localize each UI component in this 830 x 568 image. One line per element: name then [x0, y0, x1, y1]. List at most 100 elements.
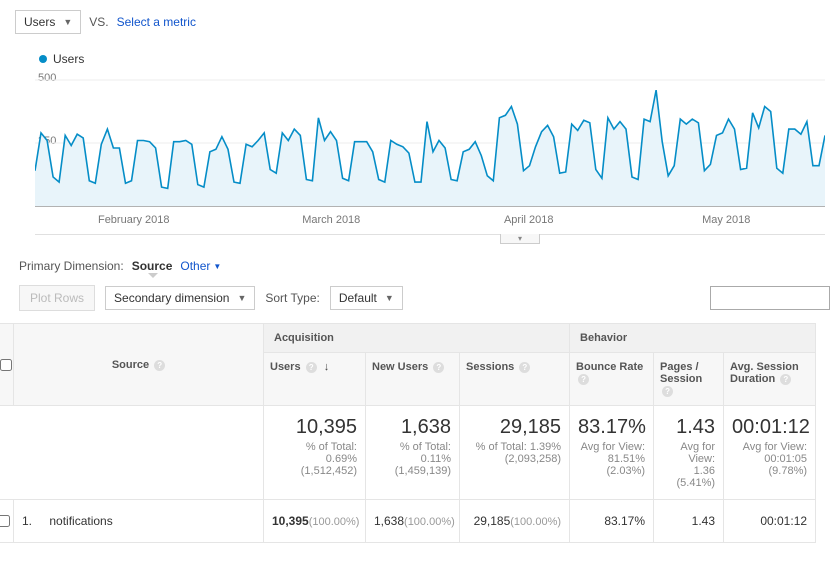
help-icon[interactable]: ?: [433, 362, 444, 373]
chart-divider: ▾: [35, 234, 825, 235]
col-newusers-header[interactable]: New Users ?: [366, 353, 460, 406]
summary-bounce-sub3: (2.03%): [607, 465, 646, 477]
x-tick: February 2018: [35, 214, 233, 226]
summary-pps-sub1: Avg for View:: [680, 441, 715, 465]
vs-label: VS.: [89, 15, 108, 29]
caret-down-icon: ▼: [237, 293, 246, 303]
summary-pps-value: 1.43: [662, 416, 715, 439]
row-newusers: 1,638(100.00%): [366, 500, 460, 543]
table-header-groups: Source ? Acquisition Behavior: [0, 324, 816, 353]
summary-sessions-sub1: % of Total: 1.39%: [476, 441, 561, 453]
summary-users-sub1: % of Total: 0.69%: [306, 441, 357, 465]
summary-sessions: 29,185 % of Total: 1.39% (2,093,258): [460, 406, 570, 500]
sort-type-value: Default: [339, 291, 377, 305]
line-chart-svg: [35, 72, 825, 212]
col-newusers-label: New Users: [372, 361, 428, 373]
top-controls: Users ▼ VS. Select a metric: [15, 10, 830, 34]
row-users-pct: (100.00%): [309, 516, 360, 528]
summary-users-sub2: (1,512,452): [301, 465, 357, 477]
caret-down-icon: ▼: [213, 262, 221, 271]
search-input[interactable]: [710, 286, 830, 310]
row-asd: 00:01:12: [724, 500, 816, 543]
sort-type-dropdown[interactable]: Default ▼: [330, 286, 403, 310]
summary-asd-value: 00:01:12: [732, 416, 807, 439]
summary-asd-sub2: 00:01:05: [764, 453, 807, 465]
summary-newusers: 1,638 % of Total: 0.11% (1,459,139): [366, 406, 460, 500]
col-bounce-header[interactable]: Bounce Rate ?: [570, 353, 654, 406]
summary-newusers-sub2: (1,459,139): [395, 465, 451, 477]
summary-pps-sub3: (5.41%): [677, 477, 716, 489]
row-newusers-pct: (100.00%): [404, 516, 455, 528]
help-icon[interactable]: ?: [519, 362, 530, 373]
secondary-dimension-label: Secondary dimension: [114, 291, 229, 305]
x-tick: March 2018: [233, 214, 431, 226]
col-source-label: Source: [112, 359, 149, 371]
row-sessions-value: 29,185: [474, 514, 511, 528]
summary-asd-sub1: Avg for View:: [743, 441, 807, 453]
row-index: 1.: [22, 514, 46, 528]
row-source[interactable]: notifications: [49, 514, 112, 528]
plot-rows-button[interactable]: Plot Rows: [19, 285, 95, 311]
secondary-dimension-dropdown[interactable]: Secondary dimension ▼: [105, 286, 255, 310]
summary-pps-sub2: 1.36: [694, 465, 715, 477]
primary-dimension-row: Primary Dimension: Source Other ▼: [19, 259, 830, 273]
summary-sessions-value: 29,185: [468, 416, 561, 439]
help-icon[interactable]: ?: [154, 360, 165, 371]
col-sessions-label: Sessions: [466, 361, 514, 373]
summary-pps: 1.43 Avg for View: 1.36 (5.41%): [654, 406, 724, 500]
summary-users-value: 10,395: [272, 416, 357, 439]
col-users-header[interactable]: Users ? ↓: [264, 353, 366, 406]
help-icon[interactable]: ?: [306, 362, 317, 373]
table-toolbar: Plot Rows Secondary dimension ▼ Sort Typ…: [19, 285, 830, 311]
summary-users: 10,395 % of Total: 0.69% (1,512,452): [264, 406, 366, 500]
summary-sessions-sub2: (2,093,258): [505, 453, 561, 465]
summary-asd: 00:01:12 Avg for View: 00:01:05 (9.78%): [724, 406, 816, 500]
expand-chart-handle[interactable]: ▾: [500, 234, 540, 244]
col-users-label: Users: [270, 361, 301, 373]
select-all-checkbox[interactable]: [0, 359, 12, 371]
col-pps-header[interactable]: Pages / Session ?: [654, 353, 724, 406]
x-tick: May 2018: [628, 214, 826, 226]
caret-down-icon: ▼: [63, 17, 72, 27]
group-behavior-label: Behavior: [580, 332, 627, 344]
summary-bounce-value: 83.17%: [578, 416, 645, 439]
legend-dot-icon: [39, 55, 47, 63]
metric-selector-label: Users: [24, 15, 55, 29]
summary-newusers-value: 1,638: [374, 416, 451, 439]
group-acquisition-label: Acquisition: [274, 332, 334, 344]
help-icon[interactable]: ?: [780, 374, 791, 385]
select-metric-link[interactable]: Select a metric: [117, 15, 196, 29]
row-pps: 1.43: [654, 500, 724, 543]
row-sessions-pct: (100.00%): [510, 516, 561, 528]
primary-dimension-other[interactable]: Other ▼: [180, 259, 221, 273]
col-asd-header[interactable]: Avg. Session Duration ?: [724, 353, 816, 406]
summary-newusers-sub1: % of Total: 0.11%: [400, 441, 451, 465]
row-users: 10,395(100.00%): [264, 500, 366, 543]
primary-dimension-active[interactable]: Source: [132, 259, 173, 273]
primary-dimension-other-label: Other: [180, 259, 210, 273]
metric-selector-dropdown[interactable]: Users ▼: [15, 10, 81, 34]
row-checkbox[interactable]: [0, 515, 10, 527]
summary-asd-sub3: (9.78%): [769, 465, 808, 477]
chart-x-axis: February 2018 March 2018 April 2018 May …: [35, 214, 825, 226]
col-pps-label: Pages / Session: [660, 361, 702, 385]
data-table: Source ? Acquisition Behavior Users ? ↓ …: [0, 323, 816, 543]
caret-down-icon: ▼: [385, 293, 394, 303]
table-summary-row: 10,395 % of Total: 0.69% (1,512,452) 1,6…: [0, 406, 816, 500]
row-sessions: 29,185(100.00%): [460, 500, 570, 543]
summary-bounce: 83.17% Avg for View: 81.51% (2.03%): [570, 406, 654, 500]
chart-area: 500 250: [35, 72, 825, 212]
sort-type-label: Sort Type:: [265, 291, 319, 305]
row-newusers-value: 1,638: [374, 514, 404, 528]
summary-bounce-sub1: Avg for View:: [581, 441, 645, 453]
row-users-value: 10,395: [272, 514, 309, 528]
row-bounce: 83.17%: [570, 500, 654, 543]
help-icon[interactable]: ?: [662, 386, 673, 397]
help-icon[interactable]: ?: [578, 374, 589, 385]
sort-desc-icon: ↓: [324, 361, 330, 373]
col-sessions-header[interactable]: Sessions ?: [460, 353, 570, 406]
primary-dimension-label: Primary Dimension:: [19, 259, 124, 273]
chart-legend: Users: [39, 52, 830, 66]
table-row: 1. notifications 10,395(100.00%) 1,638(1…: [0, 500, 816, 543]
legend-series-label: Users: [53, 52, 84, 66]
